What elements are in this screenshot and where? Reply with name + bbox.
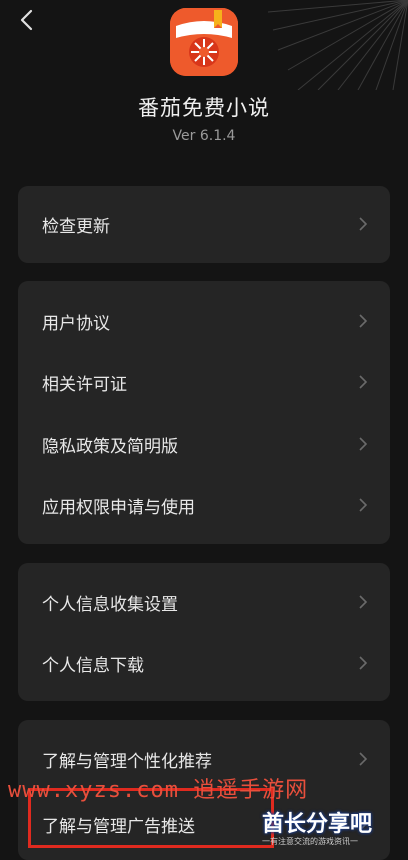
brand-watermark: 酋长分享吧 [262,812,373,837]
row-label: 个人信息下载 [42,655,144,676]
chevron-right-icon [359,217,368,231]
settings-group-update: 检查更新 [18,186,390,263]
row-label: 相关许可证 [42,374,127,395]
site-watermark: www.xyzs.com 逍遥手游网 [8,778,309,803]
license-item[interactable]: 相关许可证 [18,352,390,412]
settings-group-personal-info: 个人信息收集设置 个人信息下载 [18,563,390,701]
info-download-item[interactable]: 个人信息下载 [18,633,390,693]
light-rays-decoration [267,0,408,90]
chevron-left-icon [20,9,33,31]
app-version: Ver 6.1.4 [172,128,236,144]
permissions-item[interactable]: 应用权限申请与使用 [18,475,390,535]
app-name: 番茄免费小说 [138,96,270,120]
settings-group-legal: 用户协议 相关许可证 隐私政策及简明版 应用权限申请与使用 [18,281,390,544]
app-logo [170,8,238,76]
row-label: 用户协议 [42,313,110,334]
chevron-right-icon [359,752,368,766]
privacy-policy-item[interactable]: 隐私政策及简明版 [18,414,390,474]
info-collection-settings-item[interactable]: 个人信息收集设置 [18,572,390,632]
row-label: 应用权限申请与使用 [42,497,195,518]
user-agreement-item[interactable]: 用户协议 [18,291,390,351]
row-label: 了解与管理个性化推荐 [42,751,212,772]
chevron-right-icon [359,595,368,609]
row-label: 个人信息收集设置 [42,594,178,615]
chevron-right-icon [359,437,368,451]
row-label: 检查更新 [42,216,110,237]
back-button[interactable] [14,8,38,32]
tomato-book-icon [170,8,238,76]
chevron-right-icon [359,656,368,670]
chevron-right-icon [359,375,368,389]
chevron-right-icon [359,314,368,328]
tagline-watermark: 一有注意交流的游戏资讯一 [262,837,358,846]
chevron-right-icon [359,498,368,512]
row-label: 隐私政策及简明版 [42,436,178,457]
check-update-item[interactable]: 检查更新 [18,194,390,254]
